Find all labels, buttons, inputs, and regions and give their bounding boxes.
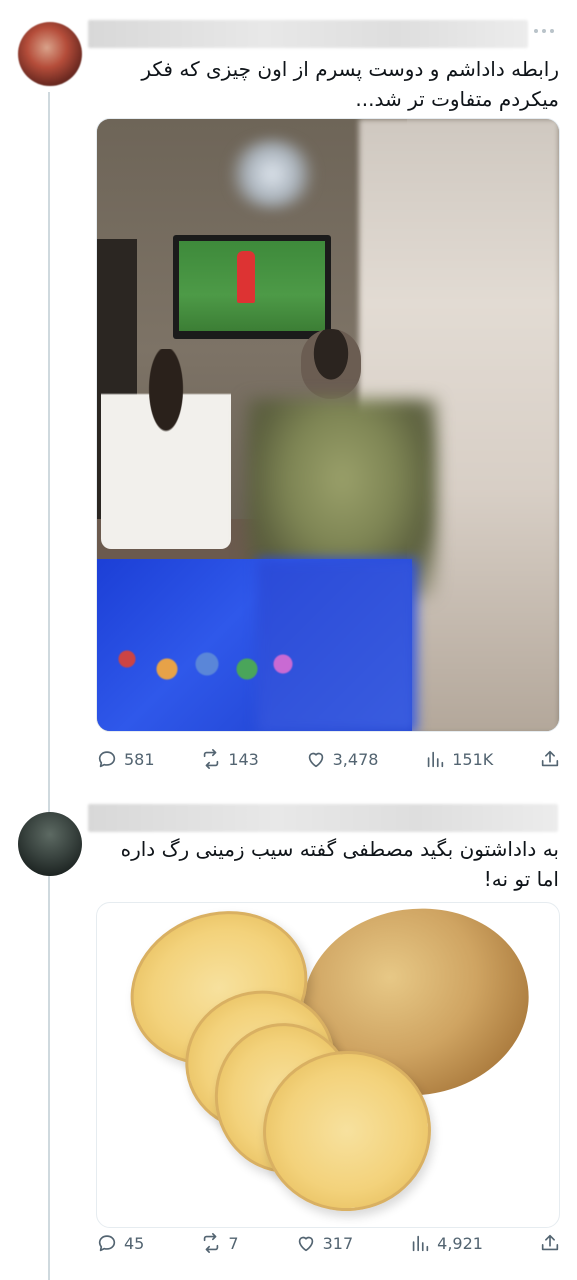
tweet[interactable]: به داداشتون بگید مصطفی گفته سیب زمینی رگ… [0,790,577,1280]
reply-button[interactable]: 45 [96,1232,144,1254]
views-button[interactable]: 4,921 [409,1232,483,1254]
tweet-actions: 45 7 317 4,921 [96,1228,561,1258]
reply-count: 581 [124,749,155,769]
retweet-icon [204,749,219,769]
view-count: 4,921 [437,1233,483,1253]
tweet[interactable]: رابطه داداشم و دوست پسرم از اون چیزی که … [0,0,577,790]
retweet-button[interactable]: 143 [200,748,259,770]
blurred-user-name [88,804,558,832]
like-button[interactable]: 3,478 [305,748,379,770]
reply-count: 45 [124,1233,145,1253]
blurred-user-name [88,20,528,48]
retweet-icon [204,1233,219,1253]
heart-icon [308,752,323,768]
views-button[interactable]: 151K [424,748,493,770]
tweet-text-line: رابطه داداشم و دوست پسرم از اون چیزی که … [141,57,559,81]
like-count: 317 [322,1233,354,1253]
tweet-text-line: اما تو نه! [483,867,559,891]
share-button[interactable] [539,1232,561,1254]
reply-icon [98,751,116,768]
heart-icon [298,1236,313,1252]
retweet-count: 143 [228,749,259,769]
tweet-text-line: میکردم متفاوت تر شد... [355,87,559,111]
tweet-text-line: به داداشتون بگید مصطفی گفته سیب زمینی رگ… [120,837,559,861]
like-button[interactable]: 317 [295,1232,354,1254]
like-count: 3,478 [332,749,379,769]
share-button[interactable] [539,748,561,770]
avatar[interactable] [18,812,82,876]
tweet-photo[interactable] [96,118,560,732]
thread-screenshot: رابطه داداشم و دوست پسرم از اون چیزی که … [0,0,577,1280]
more-options-icon[interactable] [531,26,557,36]
avatar[interactable] [18,22,82,86]
retweet-count: 7 [228,1233,239,1253]
reply-icon [98,1235,116,1252]
share-icon [541,1234,559,1251]
views-icon [427,751,444,768]
reply-button[interactable]: 581 [96,748,155,770]
tweet-photo[interactable] [96,902,560,1228]
share-icon [541,750,559,767]
tweet-text: رابطه داداشم و دوست پسرم از اون چیزی که … [96,54,559,114]
tweet-text: به داداشتون بگید مصطفی گفته سیب زمینی رگ… [96,834,559,894]
tweet-actions: 581 143 3,478 151K [96,744,561,774]
view-count: 151K [452,749,494,769]
retweet-button[interactable]: 7 [200,1232,239,1254]
views-icon [412,1235,429,1252]
